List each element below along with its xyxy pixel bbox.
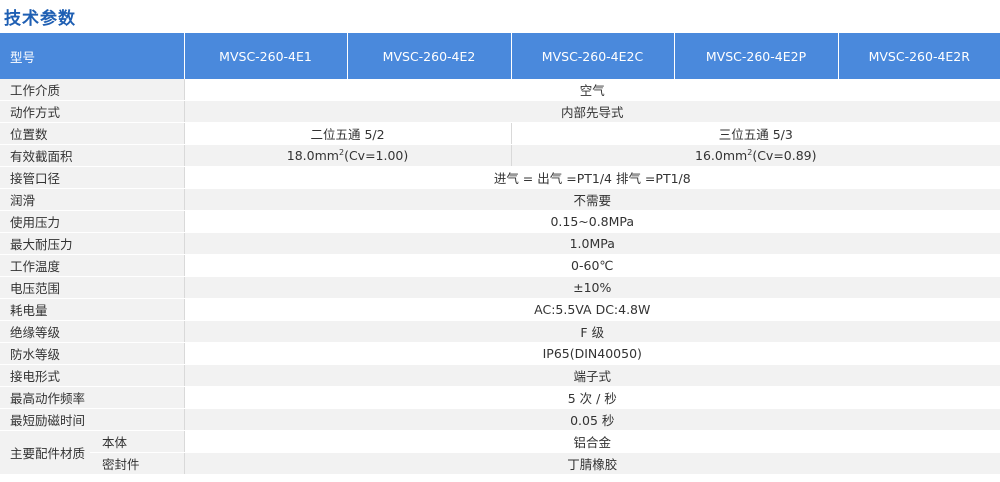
table-row: 防水等级 IP65(DIN40050) <box>0 342 1000 365</box>
row-label: 电压范围 <box>0 276 185 299</box>
model-header: MVSC-260-4E2P <box>674 33 839 79</box>
row-label: 最大耐压力 <box>0 232 185 255</box>
table-row: 动作方式 内部先导式 <box>0 100 1000 123</box>
table-row: 有效截面积 18.0mm2(Cv=1.00) 16.0mm2(Cv=0.89) <box>0 144 1000 167</box>
row-label: 防水等级 <box>0 342 185 365</box>
row-value: F 级 <box>183 320 1000 343</box>
area-left-tail: (Cv=1.00) <box>344 148 409 164</box>
row-value: 1.0MPa <box>183 232 1000 255</box>
row-value: 内部先导式 <box>183 100 1000 123</box>
row-label: 使用压力 <box>0 210 185 233</box>
table-row: 绝缘等级 F 级 <box>0 320 1000 343</box>
table-row: 最高动作频率 5 次 / 秒 <box>0 386 1000 409</box>
row-value: 丁腈橡胶 <box>183 452 1000 475</box>
row-label: 耗电量 <box>0 298 185 321</box>
row-value: 0-60℃ <box>183 254 1000 277</box>
row-value: 5 次 / 秒 <box>183 386 1000 409</box>
row-value: 端子式 <box>183 364 1000 387</box>
sub-label: 密封件 <box>90 452 185 475</box>
header-row: 型号 MVSC-260-4E1 MVSC-260-4E2 MVSC-260-4E… <box>0 33 1000 79</box>
row-label: 工作介质 <box>0 79 185 101</box>
table-row: 耗电量 AC:5.5VA DC:4.8W <box>0 298 1000 321</box>
row-value: 空气 <box>183 79 1000 101</box>
sub-label: 本体 <box>90 430 185 453</box>
area-left: 18.0mm <box>286 148 339 164</box>
row-label: 最高动作频率 <box>0 386 185 409</box>
row-value: IP65(DIN40050) <box>183 342 1000 365</box>
row-label: 润滑 <box>0 188 185 211</box>
row-label: 最短励磁时间 <box>0 408 185 431</box>
model-header: MVSC-260-4E1 <box>184 33 348 79</box>
area-right: 16.0mm <box>695 148 748 164</box>
row-label: 有效截面积 <box>0 144 185 167</box>
row-label: 主要配件材质 <box>0 430 90 475</box>
table-row: 使用压力 0.15~0.8MPa <box>0 210 1000 233</box>
row-value: AC:5.5VA DC:4.8W <box>183 298 1000 321</box>
row-label: 接电形式 <box>0 364 185 387</box>
model-header: MVSC-260-4E2C <box>511 33 675 79</box>
model-header-label: 型号 <box>0 33 185 79</box>
row-value: 铝合金 <box>183 430 1000 453</box>
row-value: 三位五通 5/3 <box>510 122 1000 145</box>
table-row: 接电形式 端子式 <box>0 364 1000 387</box>
spec-table: 型号 MVSC-260-4E1 MVSC-260-4E2 MVSC-260-4E… <box>0 33 1000 475</box>
table-row: 工作介质 空气 <box>0 79 1000 101</box>
section-title: 技术参数 <box>4 9 76 29</box>
row-label: 绝缘等级 <box>0 320 185 343</box>
row-label: 位置数 <box>0 122 185 145</box>
table-row: 位置数 二位五通 5/2 三位五通 5/3 <box>0 122 1000 145</box>
table-row: 最短励磁时间 0.05 秒 <box>0 408 1000 431</box>
area-right-tail: (Cv=0.89) <box>752 148 817 164</box>
row-value: 0.15~0.8MPa <box>183 210 1000 233</box>
row-value: ±10% <box>183 276 1000 299</box>
row-value: 0.05 秒 <box>183 408 1000 431</box>
row-value: 16.0mm2(Cv=0.89) <box>510 144 1000 167</box>
row-label: 工作温度 <box>0 254 185 277</box>
model-header: MVSC-260-4E2 <box>347 33 512 79</box>
row-value: 18.0mm2(Cv=1.00) <box>183 144 512 167</box>
row-label: 动作方式 <box>0 100 185 123</box>
row-value: 二位五通 5/2 <box>183 122 512 145</box>
table-row: 润滑 不需要 <box>0 188 1000 211</box>
table-row: 接管口径 进气 = 出气 =PT1/4 排气 =PT1/8 <box>0 166 1000 189</box>
table-row: 电压范围 ±10% <box>0 276 1000 299</box>
model-header: MVSC-260-4E2R <box>838 33 1000 79</box>
table-row: 工作温度 0-60℃ <box>0 254 1000 277</box>
table-row: 主要配件材质 本体 铝合金 <box>0 430 1000 475</box>
table-row: 最大耐压力 1.0MPa <box>0 232 1000 255</box>
row-value: 进气 = 出气 =PT1/4 排气 =PT1/8 <box>183 166 1000 189</box>
row-label: 接管口径 <box>0 166 185 189</box>
table-row: 密封件 丁腈橡胶 <box>0 452 1000 475</box>
row-value: 不需要 <box>183 188 1000 211</box>
